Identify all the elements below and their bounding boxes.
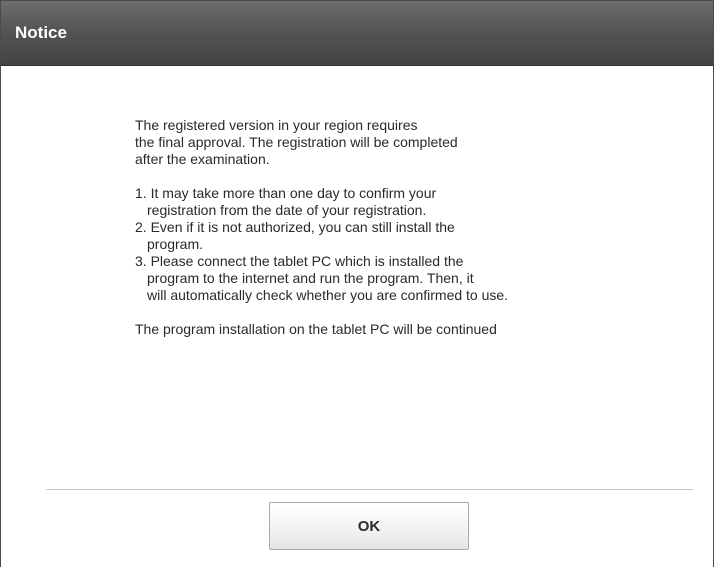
ok-button[interactable]: OK (269, 502, 469, 550)
list-item-line: program to the internet and run the prog… (147, 270, 474, 286)
dialog-message: The registered version in your region re… (135, 117, 655, 338)
intro-line: The registered version in your region re… (135, 117, 418, 133)
notice-dialog: Notice The registered version in your re… (0, 0, 714, 567)
list-item: 3. Please connect the tablet PC which is… (135, 253, 655, 304)
intro-paragraph: The registered version in your region re… (135, 117, 655, 168)
button-divider (46, 489, 693, 490)
dialog-title: Notice (15, 23, 67, 42)
dialog-titlebar: Notice (1, 1, 713, 66)
notice-list: 1. It may take more than one day to conf… (135, 185, 655, 304)
list-item: 2. Even if it is not authorized, you can… (135, 219, 655, 253)
list-item-line: program. (147, 236, 204, 252)
list-item-line: 1. It may take more than one day to conf… (135, 185, 437, 201)
list-item-line: 3. Please connect the tablet PC which is… (135, 253, 464, 269)
list-item-line: 2. Even if it is not authorized, you can… (135, 219, 455, 235)
intro-line: after the examination. (135, 151, 270, 167)
list-item-line: will automatically check whether you are… (147, 287, 509, 303)
list-item: 1. It may take more than one day to conf… (135, 185, 655, 219)
footer-message: The program installation on the tablet P… (135, 321, 497, 337)
list-item-line: registration from the date of your regis… (147, 202, 427, 218)
intro-line: the final approval. The registration wil… (135, 134, 458, 150)
